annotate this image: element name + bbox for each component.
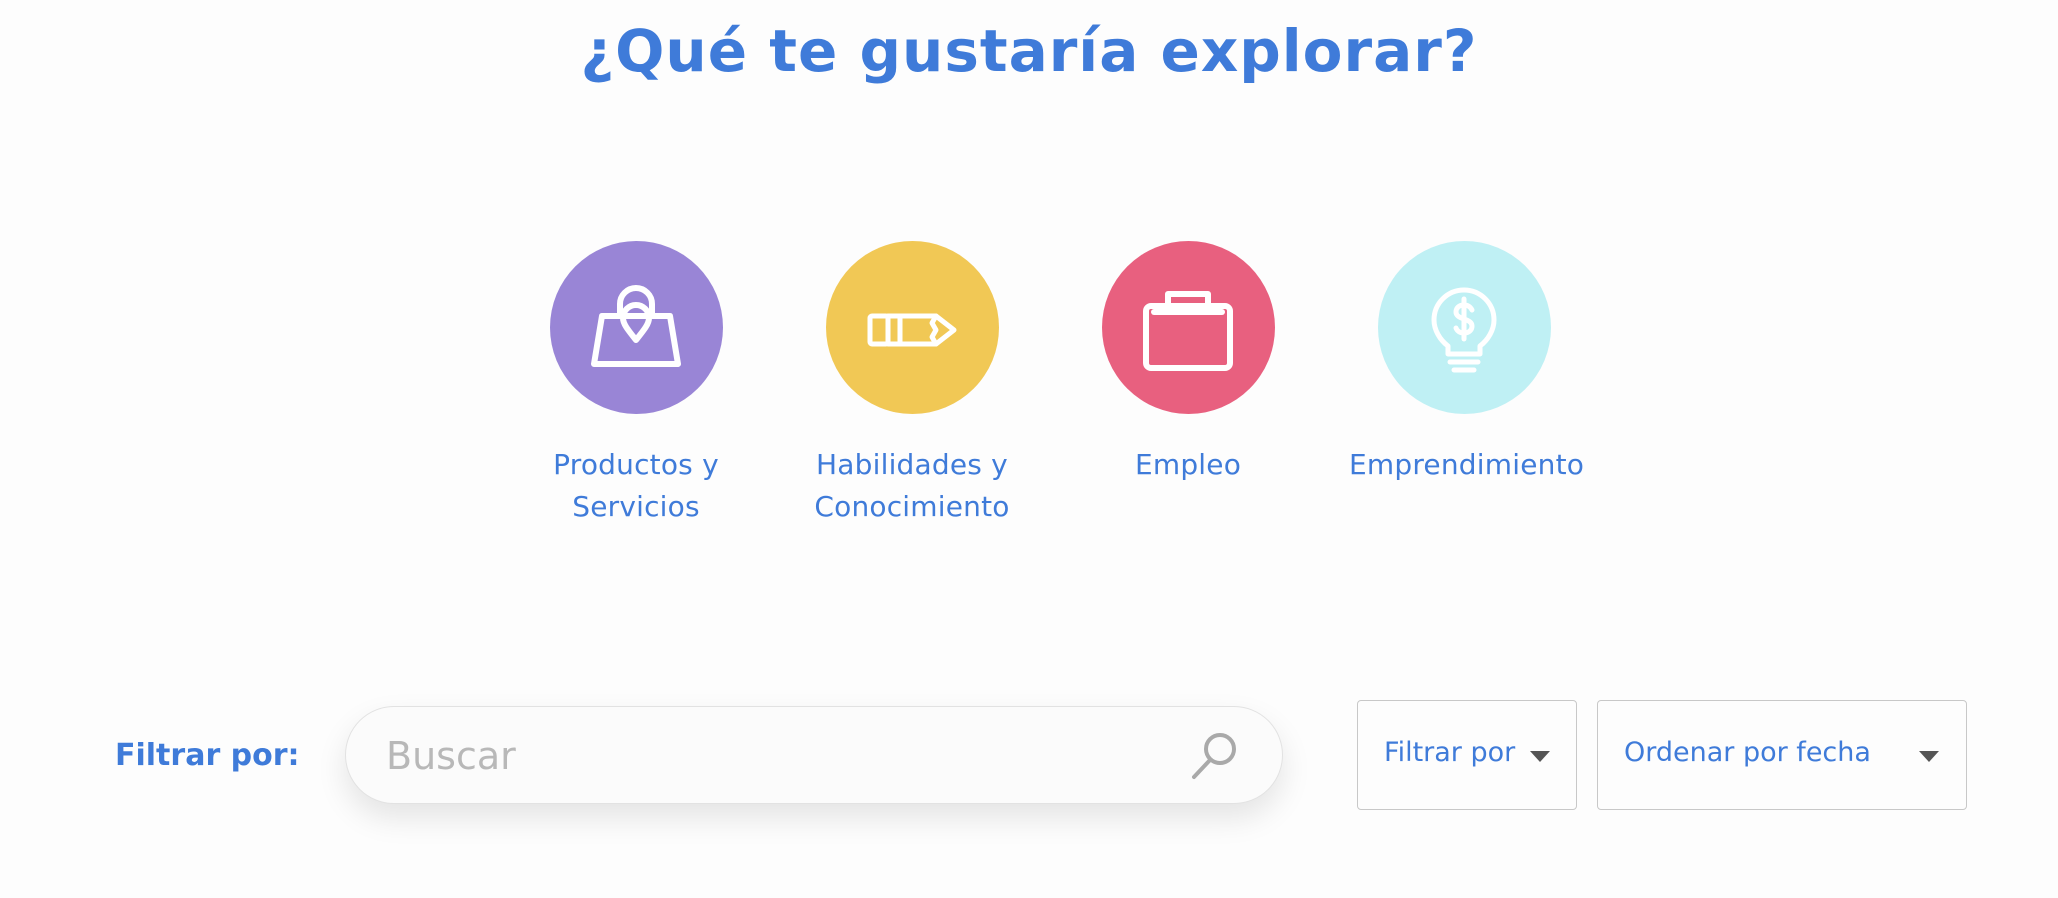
category-circle [549, 241, 723, 414]
category-circle [1377, 241, 1551, 414]
pencil-icon [867, 313, 957, 346]
filter-label: Filtrar por: [115, 738, 300, 773]
chevron-down-icon [1530, 751, 1550, 762]
category-list: Productos y Servicios Habilidades y Cono… [0, 241, 2058, 531]
search-input[interactable] [386, 727, 1166, 785]
sort-dropdown[interactable]: Ordenar por fecha [1597, 700, 1967, 810]
briefcase-icon [1143, 290, 1233, 371]
chevron-down-icon [1919, 751, 1939, 762]
shopping-bag-icon [591, 284, 681, 367]
category-label: Productos y Servicios [553, 448, 719, 523]
filter-dropdown[interactable]: Filtrar por [1357, 700, 1577, 810]
page-title: ¿Qué te gustaría explorar? [580, 17, 1478, 85]
category-label: Empleo [1134, 448, 1242, 481]
category-productos-servicios[interactable]: Productos y Servicios [506, 241, 766, 528]
category-circle [1101, 241, 1275, 414]
category-habilidades-conocimiento[interactable]: Habilidades y Conocimiento [782, 241, 1042, 528]
search-icon[interactable] [1188, 729, 1242, 783]
filter-dropdown-label: Filtrar por [1384, 737, 1516, 768]
search-bar[interactable] [345, 706, 1283, 804]
category-label: Habilidades y Conocimiento [814, 448, 1010, 523]
category-circle [825, 241, 999, 414]
lightbulb-dollar-icon [1431, 287, 1497, 372]
sort-dropdown-label: Ordenar por fecha [1624, 737, 1871, 768]
category-label: Emprendimiento [1349, 448, 1585, 481]
category-emprendimiento[interactable]: Emprendimiento [1334, 241, 1594, 486]
category-empleo[interactable]: Empleo [1058, 241, 1318, 486]
